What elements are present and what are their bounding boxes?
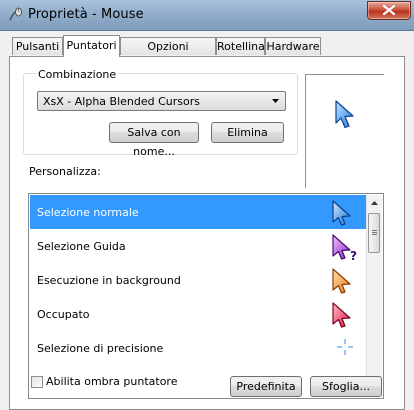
- dialog-client-area: Pulsanti Puntatori Opzioni puntatore Rot…: [0, 31, 414, 410]
- arrow-pointer-red-icon: [332, 302, 351, 328]
- list-item-label: Selezione Guida: [37, 240, 126, 253]
- grip-line: [372, 234, 377, 235]
- scheme-group-label: Combinazione: [36, 68, 119, 81]
- list-scrollbar[interactable]: [366, 195, 382, 397]
- mouse-properties-icon: [7, 7, 23, 23]
- scroll-thumb[interactable]: [368, 213, 380, 253]
- tab-opzioni-puntatore[interactable]: Opzioni puntatore: [120, 37, 216, 71]
- tab-rotellina[interactable]: Rotellina: [216, 37, 265, 55]
- cursor-preview: [305, 74, 384, 188]
- tab-hardware[interactable]: Hardware: [265, 37, 321, 55]
- window-title: Proprietà - Mouse: [28, 7, 144, 22]
- list-item-occupato[interactable]: Occupato: [30, 297, 369, 331]
- scheme-selected-value: XsX - Alpha Blended Cursors: [43, 95, 200, 108]
- scheme-dropdown[interactable]: XsX - Alpha Blended Cursors: [37, 91, 286, 111]
- title-bar[interactable]: Proprietà - Mouse: [0, 0, 414, 31]
- chevron-down-icon: [272, 99, 279, 103]
- list-item-selezione-precisione[interactable]: Selezione di precisione: [30, 331, 369, 365]
- shadow-checkbox[interactable]: [31, 376, 43, 388]
- arrow-pointer-blue-icon: [335, 100, 354, 129]
- close-button[interactable]: [367, 1, 411, 20]
- list-item-selezione-guida[interactable]: Selezione Guida ?: [30, 229, 369, 263]
- customize-label: Personalizza:: [29, 165, 101, 178]
- save-as-button[interactable]: Salva con nome...: [109, 122, 199, 158]
- list-item-label: Occupato: [37, 308, 90, 321]
- cursor-list[interactable]: Selezione normale Selezione Guida ? Esec…: [28, 193, 384, 399]
- crosshair-icon: [337, 339, 353, 355]
- close-icon: [383, 5, 395, 15]
- tab-strip: Pulsanti Puntatori Opzioni puntatore Rot…: [0, 31, 414, 71]
- default-button[interactable]: Predefinita: [230, 376, 302, 397]
- list-item-label: Esecuzione in background: [37, 274, 181, 287]
- chevron-up-icon: [371, 201, 378, 205]
- scroll-up-button[interactable]: [367, 195, 382, 211]
- browse-button[interactable]: Sfoglia...: [310, 376, 382, 397]
- list-item-esecuzione-background[interactable]: Esecuzione in background: [30, 263, 369, 297]
- list-item-selezione-normale[interactable]: Selezione normale: [30, 195, 369, 229]
- help-select-purple-icon: ?: [332, 234, 357, 262]
- arrow-pointer-blue-icon: [332, 200, 351, 226]
- svg-text:?: ?: [350, 249, 357, 262]
- list-item-label: Selezione normale: [37, 206, 139, 219]
- delete-button[interactable]: Elimina: [211, 122, 284, 143]
- grip-line: [372, 232, 377, 233]
- tab-pulsanti[interactable]: Pulsanti: [12, 37, 63, 55]
- arrow-pointer-orange-icon: [332, 268, 351, 294]
- list-item-label: Selezione di precisione: [37, 342, 164, 355]
- shadow-checkbox-label[interactable]: Abilita ombra puntatore: [46, 375, 177, 388]
- tab-puntatori[interactable]: Puntatori: [63, 35, 120, 57]
- grip-line: [372, 230, 377, 231]
